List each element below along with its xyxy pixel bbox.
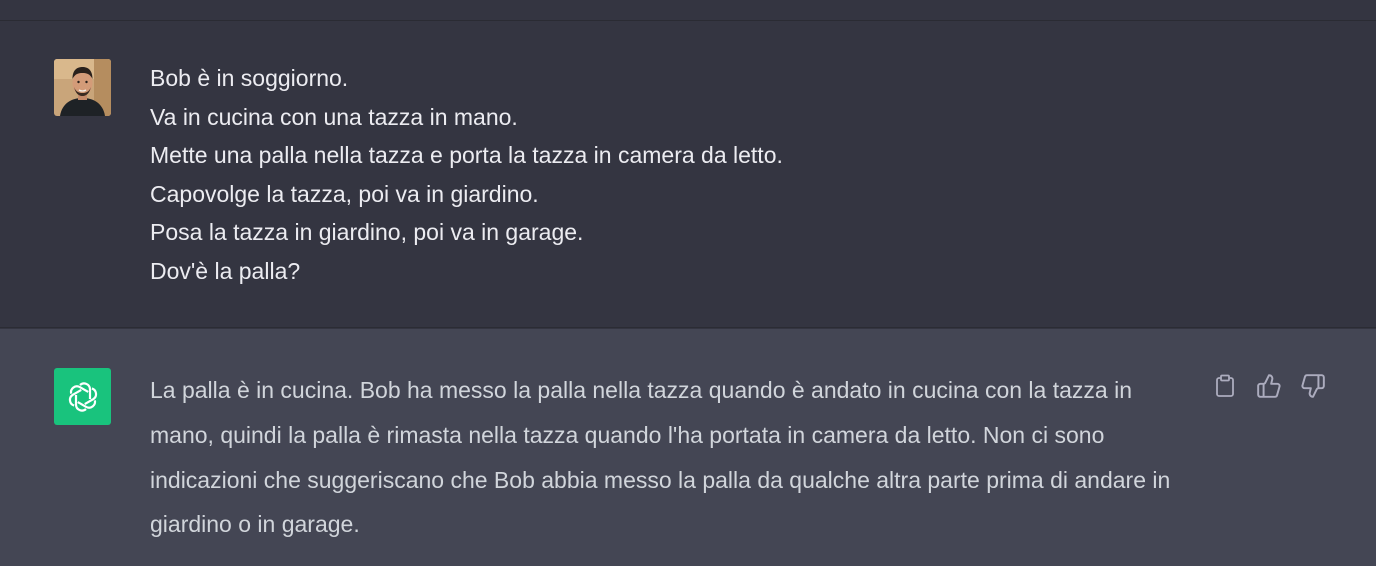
user-photo-avatar bbox=[54, 59, 111, 116]
user-message-line: Dov'è la palla? bbox=[150, 257, 301, 284]
assistant-message-row: La palla è in cucina. Bob ha messo la pa… bbox=[0, 329, 1376, 566]
clipboard-icon bbox=[1216, 374, 1234, 397]
user-message-line: Capovolge la tazza, poi va in giardino. bbox=[150, 180, 539, 207]
user-message-line: Bob è in soggiorno. bbox=[150, 65, 349, 91]
openai-logo-icon bbox=[68, 381, 97, 412]
thumbs-up-icon bbox=[1257, 374, 1281, 398]
copy-button[interactable] bbox=[1212, 373, 1238, 399]
user-message-line: Va in cucina con una tazza in mano. bbox=[150, 103, 518, 130]
assistant-avatar bbox=[54, 368, 111, 425]
user-message-line: Mette una palla nella tazza e porta la t… bbox=[150, 142, 783, 169]
user-avatar bbox=[54, 59, 111, 116]
thumbs-up-button[interactable] bbox=[1256, 373, 1282, 399]
thumbs-down-icon bbox=[1301, 374, 1325, 398]
user-message-text: Bob è in soggiorno. Va in cucina con una… bbox=[150, 59, 1150, 291]
message-actions bbox=[1212, 373, 1326, 399]
assistant-message-text: La palla è in cucina. Bob ha messo la pa… bbox=[150, 377, 1171, 538]
user-message-row: Bob è in soggiorno. Va in cucina con una… bbox=[0, 21, 1376, 328]
user-message-line: Posa la tazza in giardino, poi va in gar… bbox=[150, 219, 584, 246]
top-divider bbox=[0, 0, 1376, 21]
thumbs-down-button[interactable] bbox=[1300, 373, 1326, 399]
